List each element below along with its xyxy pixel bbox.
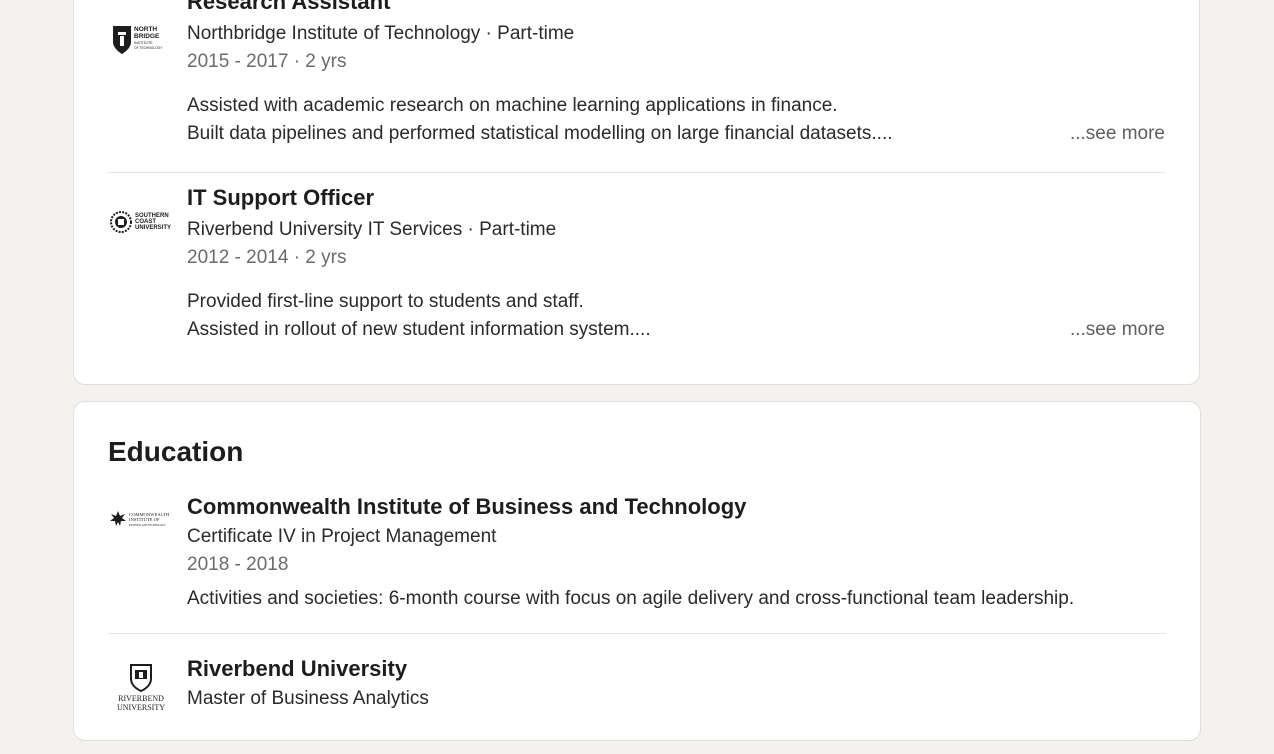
shield-icon: NORTH BRIDGE INSTITUTE OF TECHNOLOGY <box>113 26 163 54</box>
activities-text: Activities and societies: 6-month course… <box>187 588 1075 609</box>
southern-coast-university-logo[interactable]: SOUTHERN COAST UNIVERSITY <box>108 189 174 255</box>
svg-text:UNIVERSITY: UNIVERSITY <box>117 703 165 712</box>
section-title: Education <box>108 436 244 467</box>
see-more-button[interactable]: ...see more <box>1070 120 1165 148</box>
description-line: Built data pipelines and performed stati… <box>187 123 893 144</box>
experience-item: SOUTHERN COAST UNIVERSITY IT Support Off… <box>108 185 1165 359</box>
school-name[interactable]: Commonwealth Institute of Business and T… <box>187 493 746 521</box>
company-name: Northbridge Institute of Technology · Pa… <box>187 23 575 44</box>
commonwealth-institute-logo[interactable]: COMMONWEALTH INSTITUTE OF BUSINESS AND T… <box>108 486 174 552</box>
education-item: RIVERBEND UNIVERSITY Riverbend Universit… <box>108 654 1166 754</box>
degree: Master of Business Analytics <box>187 688 429 709</box>
description-line: Provided first-line support to students … <box>187 291 584 312</box>
riverbend-university-logo[interactable]: RIVERBEND UNIVERSITY <box>108 654 174 720</box>
education-card: Education COMMONWEALTH INSTITUTE OF BUSI… <box>73 401 1201 741</box>
crest-icon: RIVERBEND UNIVERSITY <box>117 664 165 712</box>
svg-text:INSTITUTE OF: INSTITUTE OF <box>129 517 160 522</box>
company-name: Riverbend University IT Services · Part-… <box>187 219 557 240</box>
description-line: Assisted in rollout of new student infor… <box>187 319 651 340</box>
education-item: COMMONWEALTH INSTITUTE OF BUSINESS AND T… <box>108 492 1166 622</box>
university-seal-icon: SOUTHERN COAST UNIVERSITY <box>110 211 171 233</box>
svg-text:UNIVERSITY: UNIVERSITY <box>135 225 171 231</box>
job-title[interactable]: IT Support Officer <box>187 184 374 212</box>
experience-card: NORTH BRIDGE INSTITUTE OF TECHNOLOGY Res… <box>73 0 1200 385</box>
employment-dates: 2015 - 2017 · 2 yrs <box>187 51 347 72</box>
divider <box>108 172 1165 173</box>
svg-text:BRIDGE: BRIDGE <box>134 33 160 40</box>
description-line: Assisted with academic research on machi… <box>187 95 838 116</box>
svg-text:RIVERBEND: RIVERBEND <box>118 694 164 703</box>
svg-text:NORTH: NORTH <box>134 26 157 33</box>
svg-text:OF TECHNOLOGY: OF TECHNOLOGY <box>134 46 163 50</box>
star-emblem-icon: COMMONWEALTH INSTITUTE OF BUSINESS AND T… <box>110 511 170 527</box>
school-name[interactable]: Riverbend University <box>187 655 407 683</box>
northbridge-logo[interactable]: NORTH BRIDGE INSTITUTE OF TECHNOLOGY <box>108 7 174 73</box>
employment-dates: 2012 - 2014 · 2 yrs <box>187 247 347 268</box>
education-dates: 2018 - 2018 <box>187 554 289 575</box>
divider <box>108 633 1166 634</box>
svg-text:BUSINESS AND TECHNOLOGY: BUSINESS AND TECHNOLOGY <box>129 524 166 527</box>
see-more-button[interactable]: ...see more <box>1070 316 1165 344</box>
experience-item: NORTH BRIDGE INSTITUTE OF TECHNOLOGY Res… <box>108 0 1165 163</box>
svg-text:INSTITUTE: INSTITUTE <box>134 41 153 45</box>
degree: Certificate IV in Project Management <box>187 526 497 547</box>
job-title[interactable]: Research Assistant <box>187 0 390 16</box>
